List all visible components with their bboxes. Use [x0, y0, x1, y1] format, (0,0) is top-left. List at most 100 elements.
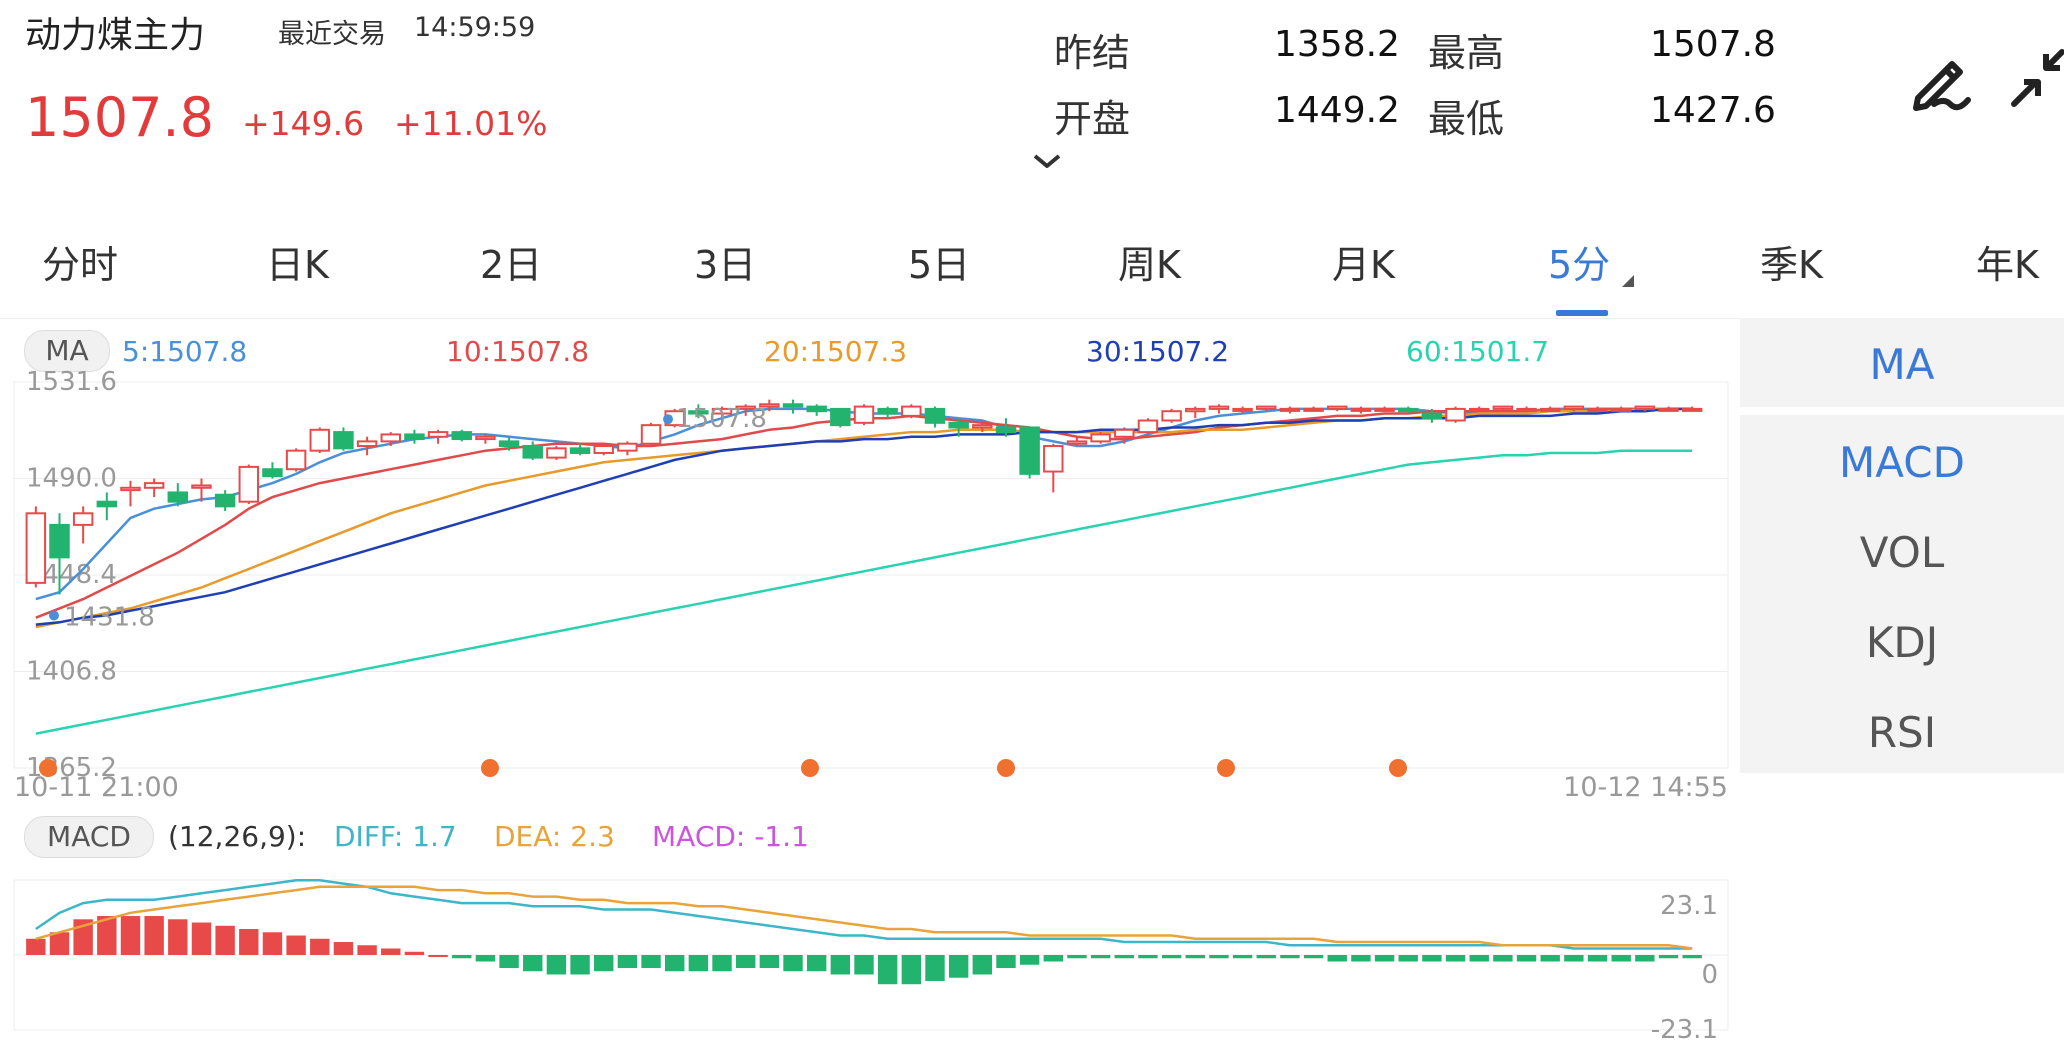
indicator-rsi[interactable]: RSI	[1740, 708, 2064, 757]
indicator-ma[interactable]: MA	[1740, 340, 2064, 389]
macd-y-tick-label: 0	[1701, 960, 1718, 990]
macd-hist-bar	[1374, 955, 1395, 962]
candle-body	[1303, 407, 1324, 412]
candle	[238, 464, 260, 505]
candle-body	[1563, 405, 1585, 410]
candle-body	[782, 403, 804, 408]
candle	[1303, 406, 1324, 412]
candle-body	[1516, 407, 1537, 412]
candle	[1587, 406, 1608, 412]
quote-label-prev-settle: 昨结	[1054, 31, 1131, 75]
candle-body	[1350, 407, 1372, 412]
candle-body	[1468, 407, 1490, 412]
candle-body	[1587, 407, 1608, 412]
quote-label-open: 开盘	[1054, 97, 1131, 141]
ma20-line	[35, 407, 1693, 629]
macd-hist-bar	[1445, 955, 1466, 962]
candle-body	[1232, 407, 1253, 412]
macd-hist-bar	[641, 955, 661, 968]
quote-value-prev-settle: 1358.2	[1274, 24, 1400, 65]
candle-body	[806, 405, 827, 413]
macd-hist-bar	[688, 955, 709, 972]
candle-body	[475, 435, 496, 441]
macd-params: (12,26,9):	[168, 820, 307, 853]
macd-hist-bar	[806, 955, 827, 972]
macd-dea-value: DEA: 2.3	[494, 820, 615, 853]
low-annotation: 1431.8	[64, 603, 155, 633]
candle-body	[1279, 407, 1301, 412]
macd-hist-bar	[617, 955, 638, 968]
tab-weekly-k[interactable]: 周K	[1118, 234, 1181, 289]
macd-hist-bar	[1161, 955, 1182, 959]
indicator-vol[interactable]: VOL	[1740, 528, 2064, 577]
candle-body	[830, 407, 851, 427]
candle	[830, 407, 851, 428]
pen-icon[interactable]	[1904, 42, 1978, 116]
quote-label-high: 最高	[1428, 31, 1505, 75]
macd-y-tick-label: -23.1	[1651, 1015, 1718, 1040]
macd-hist-bar	[1138, 955, 1158, 959]
macd-hist-bar	[26, 938, 46, 955]
candle-body	[1090, 433, 1111, 443]
candle	[72, 506, 94, 544]
candle	[214, 490, 236, 511]
indicator-kdj[interactable]: KDJ	[1740, 618, 2064, 667]
candle-body	[853, 405, 875, 424]
macd-chart[interactable]: 23.1 0 -23.1	[0, 870, 1740, 1040]
candle	[1327, 405, 1348, 412]
last-price: 1507.8	[25, 86, 214, 149]
candle-body	[380, 433, 401, 443]
candle-body	[143, 482, 165, 489]
candle-body	[1327, 405, 1348, 410]
candle	[1610, 406, 1632, 412]
ma-toggle-button[interactable]: MA	[24, 330, 110, 372]
candle-body	[262, 468, 283, 478]
candle-body	[877, 407, 898, 415]
candle	[1090, 432, 1111, 444]
candle-body	[191, 484, 212, 489]
indicator-panel-gap	[1740, 407, 2064, 415]
macd-hist-bar	[1587, 955, 1608, 962]
tab-3day[interactable]: 3日	[694, 234, 756, 289]
candle-body	[1019, 426, 1040, 475]
tab-quarterly-k[interactable]: 季K	[1760, 234, 1823, 289]
candle-body	[569, 447, 591, 454]
tab-2day[interactable]: 2日	[480, 234, 542, 289]
price-change: +149.6	[242, 104, 365, 143]
macd-hist-bar	[1658, 955, 1679, 959]
macd-hist-bar	[1398, 955, 1418, 962]
macd-hist-bar	[1067, 955, 1087, 959]
candle-body	[1137, 419, 1159, 434]
candle	[451, 429, 472, 442]
tab-5day[interactable]: 5日	[908, 234, 970, 289]
caret-down-icon[interactable]	[1622, 275, 1634, 287]
high-dot	[663, 414, 673, 425]
macd-hist-bar	[1611, 955, 1631, 962]
candle-body	[1421, 412, 1443, 420]
macd-hist-bar	[1351, 955, 1371, 962]
event-marker-dot	[1389, 759, 1407, 777]
macd-hist-bar	[1090, 955, 1111, 959]
tab-intraday[interactable]: 分时	[42, 234, 118, 289]
collapse-icon[interactable]	[2006, 42, 2064, 116]
x-end-label: 10-12 14:55	[1563, 772, 1728, 803]
macd-hist-bar	[357, 945, 377, 955]
tab-monthly-k[interactable]: 月K	[1332, 234, 1395, 289]
candle	[593, 443, 614, 456]
candle	[1658, 406, 1679, 412]
candlestick-chart[interactable]: 1531.61490.01448.41406.81365.21507.81431…	[0, 370, 1740, 810]
candle-body	[1208, 405, 1230, 410]
tab-yearly-k[interactable]: 年K	[1976, 234, 2039, 289]
macd-hist-bar	[830, 955, 851, 975]
candle-body	[1161, 410, 1182, 422]
chevron-down-icon[interactable]	[1032, 150, 1062, 174]
macd-hist-bar	[333, 942, 354, 955]
candle-body	[498, 440, 520, 448]
candle	[617, 441, 638, 456]
macd-toggle-button[interactable]: MACD	[24, 816, 154, 858]
candle-body	[451, 431, 472, 441]
macd-hist-bar	[499, 955, 519, 968]
tab-daily-k[interactable]: 日K	[266, 234, 329, 289]
indicator-macd[interactable]: MACD	[1740, 438, 2064, 487]
tab-5min[interactable]: 5分	[1548, 234, 1610, 289]
